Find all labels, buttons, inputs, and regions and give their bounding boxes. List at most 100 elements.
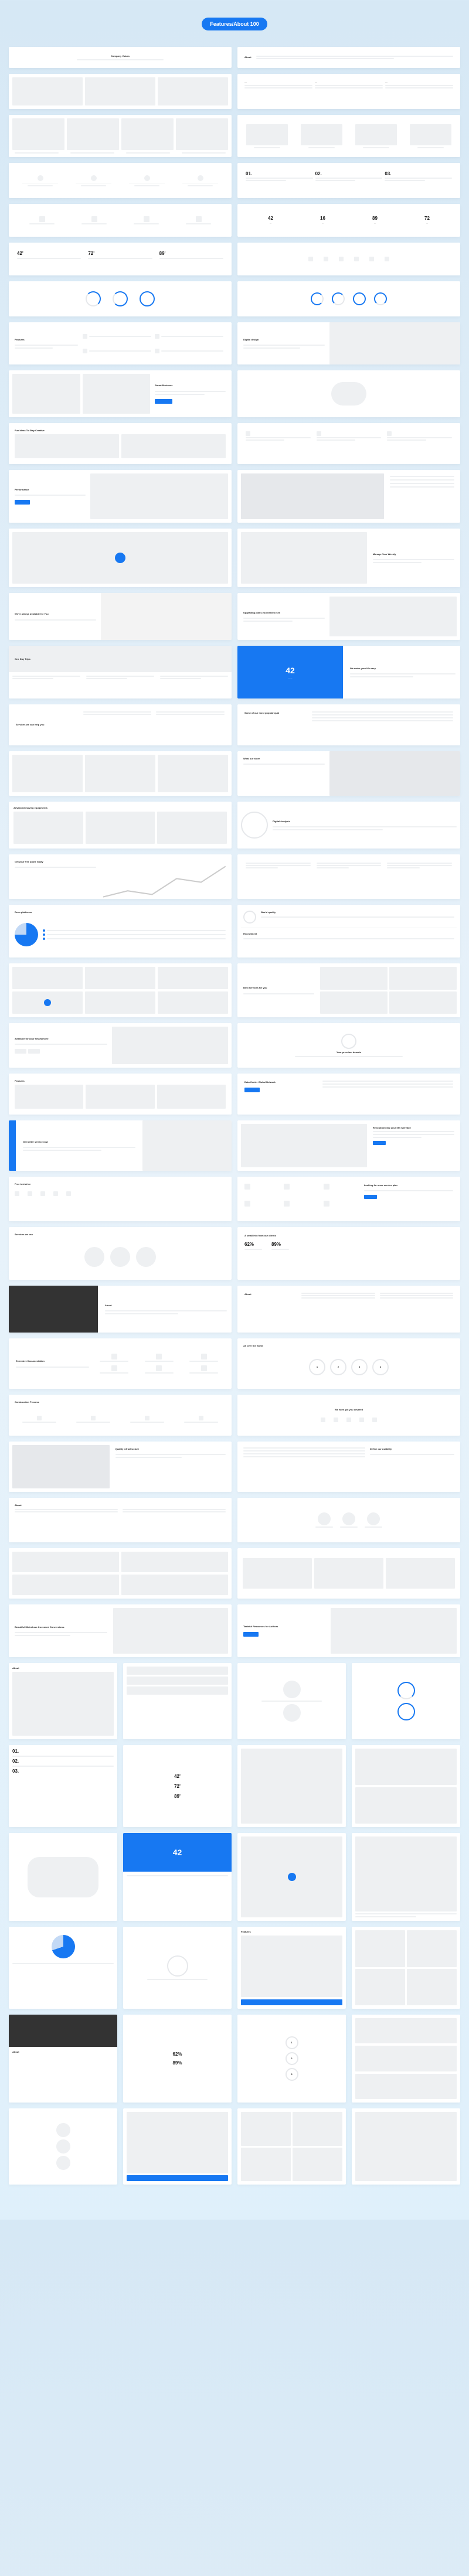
title: About — [105, 1304, 227, 1307]
card-4box-captions — [237, 115, 460, 157]
cta-button[interactable] — [364, 1195, 377, 1199]
cta-button[interactable] — [373, 1141, 386, 1145]
card-features-icons: Features — [9, 322, 232, 364]
card-what-store: What our store — [237, 751, 460, 796]
wireframe-grid: Company Values About ——— 01.02.03. 42—16… — [9, 47, 460, 2185]
stat: 89' — [174, 1794, 181, 1799]
title: Construction Process — [15, 1401, 226, 1403]
mobile-card — [237, 1833, 346, 1921]
card-manage-weekly: Manage Your Weekly — [237, 529, 460, 587]
num-03: 03. — [385, 171, 452, 176]
title: About — [12, 1667, 114, 1669]
card-smart-business: Smart Business — [9, 370, 232, 417]
title: Looking for more service plan — [364, 1184, 453, 1187]
play-icon[interactable] — [288, 1873, 296, 1881]
mobile-card — [352, 2015, 460, 2103]
app-badge[interactable] — [28, 1049, 40, 1054]
card-3cards-inset — [9, 751, 232, 796]
title: We're always available for You — [15, 612, 96, 615]
card-quality-infra: Quality infrastructure — [9, 1442, 232, 1492]
title: Your premium domain — [337, 1051, 361, 1054]
mobile-card: 01.02.03. — [9, 1745, 117, 1827]
card-big-image-list — [237, 470, 460, 523]
card-digital-analysis: Digital Analysis — [237, 802, 460, 849]
card-dark-about: About — [9, 1286, 232, 1333]
percent-b: 89% — [271, 1242, 289, 1247]
card-services-help: Services we can help you — [9, 704, 232, 745]
s: 3 — [291, 2073, 292, 2076]
card-4icons — [9, 204, 232, 237]
card-4icons-underline — [9, 163, 232, 198]
card-3col-text: ——— — [237, 74, 460, 109]
card-small-info: A small info from our clients 62% 89% — [237, 1227, 460, 1280]
cta-button[interactable] — [244, 1088, 260, 1092]
num: 03. — [12, 1769, 114, 1774]
card-3cols-lines — [237, 854, 460, 899]
mobile-card — [123, 1663, 232, 1739]
mobile-card — [9, 2108, 117, 2185]
card-world-quality: World quality Recruitment — [237, 905, 460, 958]
title: Services we can — [15, 1233, 226, 1236]
card-about-right: About — [237, 1286, 460, 1333]
cta-button[interactable] — [155, 399, 172, 404]
title: Smart Business — [155, 384, 226, 387]
app-badge[interactable] — [15, 1049, 26, 1054]
card-advanced-moving: Advanced moving equipments — [9, 802, 232, 849]
pie-chart-icon — [15, 923, 38, 946]
cta-button[interactable] — [243, 1632, 259, 1637]
title: Fun Ideas To Stay Creative — [15, 429, 226, 432]
card-4sq-grid — [9, 1548, 232, 1599]
card-define-usability: Define our usability — [237, 1442, 460, 1492]
chart-line-icon — [103, 860, 226, 899]
title: Available for your smartphone — [15, 1037, 107, 1040]
card-4rings — [237, 281, 460, 316]
play-icon[interactable] — [44, 999, 51, 1006]
title: Features — [15, 1079, 226, 1082]
subtitle: Recruitment — [243, 932, 454, 935]
card-free-quote: Get your free quote today — [9, 854, 232, 899]
title: About — [15, 1504, 226, 1507]
title: Free test drive — [15, 1183, 226, 1185]
card-video-play — [9, 529, 232, 587]
title: Tasteful Resources for Authors — [243, 1625, 325, 1628]
title: Features — [15, 338, 78, 341]
title: Upgrading plans you need to see — [243, 611, 325, 614]
title: Get better service now — [23, 1140, 135, 1143]
card-stats-42-72-89: 42'72'89' — [9, 243, 232, 275]
title: Quality infrastructure — [115, 1447, 226, 1450]
title: Deco platforms — [15, 911, 226, 914]
cta-button[interactable] — [15, 500, 30, 505]
stat-a: 42' — [17, 251, 81, 256]
card-construction: Construction Process — [9, 1395, 232, 1436]
card-3col-boxes — [9, 74, 232, 109]
card-about: About — [237, 47, 460, 68]
card-services-we-can-circles: Services we can — [9, 1227, 232, 1280]
card-best-services: Best services for you — [237, 963, 460, 1017]
mobile-card — [352, 1833, 460, 1921]
card-all-over-world: All over the world1234 — [237, 1338, 460, 1389]
play-icon[interactable] — [115, 553, 125, 563]
title: A small info from our clients — [244, 1234, 453, 1237]
mobile-card — [123, 1927, 232, 2009]
card-performance: Performance — [9, 470, 232, 523]
cta[interactable] — [127, 2175, 228, 2181]
percent-a: 62% — [244, 1242, 262, 1247]
title: Best services for you — [243, 986, 314, 989]
card-device — [237, 370, 460, 417]
card-4nums-row: 42—16—89—72— — [237, 204, 460, 237]
num-01: 01. — [246, 171, 313, 176]
card-4box-row — [9, 115, 232, 157]
title: About — [244, 56, 252, 59]
num-02: 02. — [315, 171, 383, 176]
mobile-card: Features — [237, 1927, 346, 2009]
card-digital-design: Digital design — [237, 322, 460, 364]
title: Company Values — [111, 54, 130, 57]
mobile-card: 123 — [237, 2015, 346, 2103]
title: Manage Your Weekly — [373, 553, 454, 556]
title: We have got you covered — [335, 1408, 363, 1411]
title: World quality — [261, 911, 454, 914]
card-fun-ideas: Fun Ideas To Stay Creative — [9, 423, 232, 464]
cta[interactable] — [241, 1999, 342, 2005]
mobile-card — [9, 1833, 117, 1921]
num: 02. — [12, 1759, 114, 1764]
